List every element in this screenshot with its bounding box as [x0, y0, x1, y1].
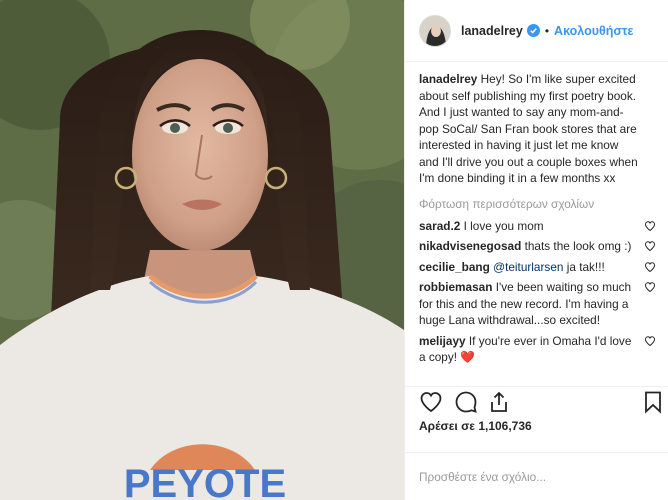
caption-username[interactable]: lanadelrey	[419, 72, 477, 86]
header-separator: •	[544, 23, 550, 38]
comment-item: nikadvisenegosad thats the look omg :)	[419, 238, 668, 255]
comment-emoji: ❤️	[460, 350, 476, 364]
comments-list: lanadelrey Hey! So I'm like super excite…	[405, 63, 668, 385]
post-header: lanadelrey • Ακολουθήστε	[405, 0, 668, 62]
add-comment-bar	[405, 452, 668, 500]
comment-mention[interactable]: @teiturlarsen	[493, 260, 563, 274]
header-username[interactable]: lanadelrey	[461, 24, 523, 38]
comment-username[interactable]: nikadvisenegosad	[419, 239, 521, 253]
likes-count[interactable]: Αρέσει σε 1,106,736	[419, 419, 532, 433]
comment-username[interactable]: sarad.2	[419, 219, 460, 233]
follow-button[interactable]: Ακολουθήστε	[554, 24, 633, 38]
comment-icon[interactable]	[454, 390, 478, 414]
post-actions	[405, 386, 668, 416]
comment-username[interactable]: melijayy	[419, 334, 466, 348]
comment-username[interactable]: cecilie_bang	[419, 260, 490, 274]
add-comment-input[interactable]	[419, 469, 654, 484]
like-comment-icon[interactable]	[644, 281, 656, 293]
caption-text: Hey! So I'm like super excited about sel…	[419, 72, 638, 185]
like-comment-icon[interactable]	[644, 240, 656, 252]
share-icon[interactable]	[487, 390, 511, 414]
post-sidebar: lanadelrey • Ακολουθήστε lanadelrey Hey!…	[404, 0, 668, 500]
caption: lanadelrey Hey! So I'm like super excite…	[419, 71, 668, 187]
like-comment-icon[interactable]	[644, 335, 656, 347]
comment-text: I love you mom	[463, 218, 544, 233]
comment-item: robbiemasan I've been waiting so much fo…	[419, 279, 668, 329]
like-comment-icon[interactable]	[644, 220, 656, 232]
comment-item: sarad.2 I love you mom	[419, 218, 668, 235]
comment-text: thats the look omg :)	[524, 239, 632, 253]
verified-badge-icon	[526, 24, 540, 37]
comment-item: melijayy If you're ever in Omaha I'd lov…	[419, 333, 668, 366]
avatar-image	[420, 15, 450, 46]
comment-username[interactable]: robbiemasan	[419, 280, 492, 294]
post-photo-art: PEYOTE	[0, 0, 404, 500]
post-photo[interactable]: PEYOTE	[0, 0, 404, 500]
like-comment-icon[interactable]	[644, 261, 656, 273]
avatar[interactable]	[419, 14, 451, 47]
shirt-logo-text: PEYOTE	[124, 462, 286, 500]
heart-icon[interactable]	[419, 390, 443, 414]
comment-item: cecilie_bang @teiturlarsen ja tak!!!	[419, 259, 668, 276]
load-more-comments-button[interactable]: Φόρτωση περισσότερων σχολίων	[419, 197, 668, 211]
bookmark-icon[interactable]	[641, 390, 665, 414]
comment-text: ja tak!!!	[566, 259, 605, 274]
